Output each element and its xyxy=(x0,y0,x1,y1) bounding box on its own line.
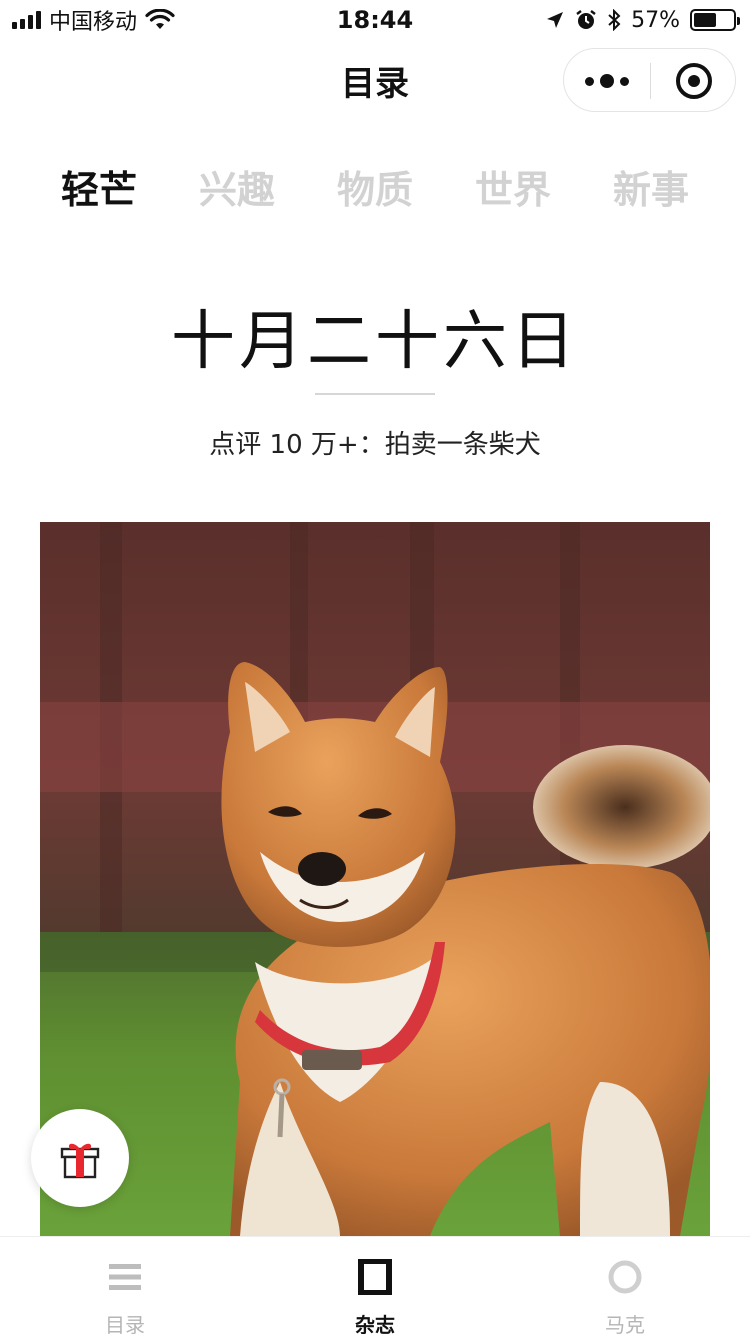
battery-percent: 57% xyxy=(631,7,680,33)
tab-wuzhi[interactable]: 物质 xyxy=(306,160,444,220)
tab-qingmang[interactable]: 轻芒 xyxy=(30,160,168,220)
article-cover-image[interactable] xyxy=(40,522,710,1236)
battery-level xyxy=(694,13,716,27)
shiba-inu-photo xyxy=(40,522,710,1236)
square-icon xyxy=(358,1259,392,1295)
capsule-divider xyxy=(650,63,651,99)
tabbar-item-mark[interactable]: 马克 xyxy=(550,1237,700,1334)
gift-icon xyxy=(60,1143,100,1179)
tabbar-label: 杂志 xyxy=(355,1313,395,1334)
more-icon xyxy=(585,76,594,86)
status-right: 57% xyxy=(545,6,740,34)
tabbar-label: 马克 xyxy=(605,1313,645,1334)
tabbar-item-magazine[interactable]: 杂志 xyxy=(300,1237,450,1334)
bluetooth-icon xyxy=(608,9,621,31)
location-arrow-icon xyxy=(547,12,564,28)
battery-icon xyxy=(690,9,740,31)
list-icon xyxy=(109,1264,141,1290)
alarm-icon xyxy=(576,10,596,29)
category-tabs: 轻芒 兴趣 物质 世界 新事 xyxy=(30,160,720,220)
more-button[interactable] xyxy=(564,49,650,113)
circle-icon xyxy=(608,1260,642,1294)
bottom-tab-bar: 目录 杂志 马克 xyxy=(0,1236,750,1334)
tabbar-label: 目录 xyxy=(105,1313,145,1334)
miniprogram-capsule xyxy=(563,48,736,112)
article-subtitle[interactable]: 点评 10 万+：拍卖一条柴犬 xyxy=(0,424,750,461)
tab-xinshi[interactable]: 新事 xyxy=(582,160,720,220)
tab-xingqu[interactable]: 兴趣 xyxy=(168,160,306,220)
header-divider xyxy=(315,393,435,395)
status-bar: 中国移动 18:44 57% xyxy=(0,0,750,40)
close-miniprogram-button[interactable] xyxy=(676,63,712,99)
tabbar-item-catalog[interactable]: 目录 xyxy=(50,1237,200,1334)
issue-date: 十月二十六日 xyxy=(171,305,579,379)
gift-button[interactable] xyxy=(31,1109,129,1207)
tab-shijie[interactable]: 世界 xyxy=(444,160,582,220)
